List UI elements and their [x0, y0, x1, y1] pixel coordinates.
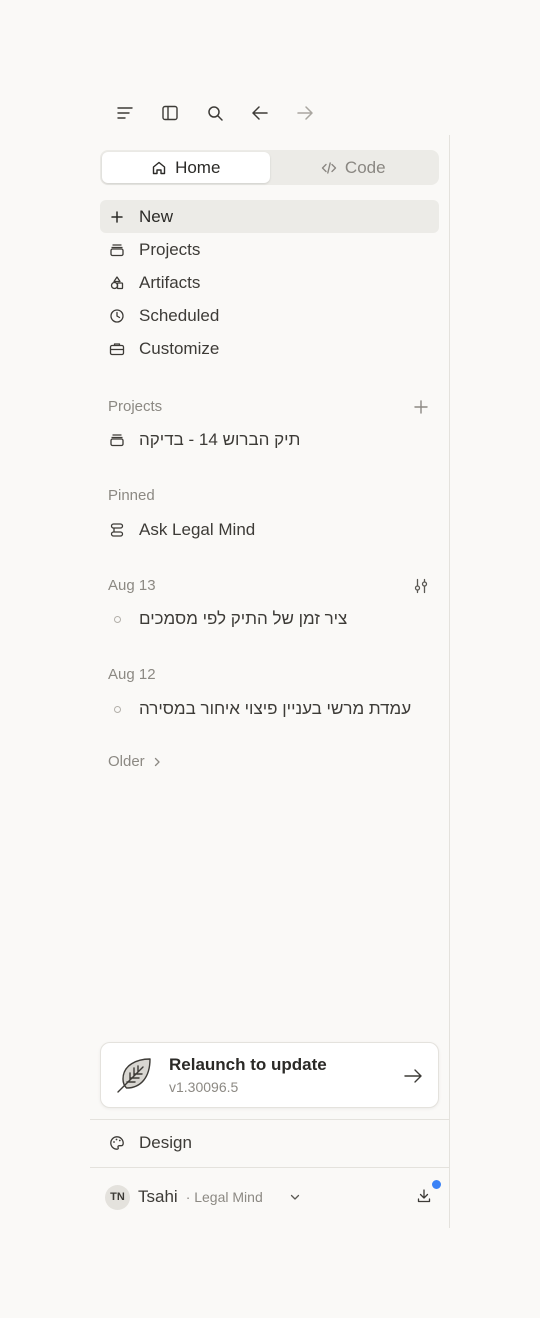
folder-icon: [110, 434, 124, 447]
clock-icon: [110, 308, 124, 323]
filter-button[interactable]: [411, 576, 431, 596]
project-item-label: תיק הברוש 14 - בדיקה: [139, 430, 301, 449]
download-icon: [417, 1189, 431, 1203]
scheduled-label: Scheduled: [139, 305, 220, 325]
project-item[interactable]: תיק הברוש 14 - בדיקה: [100, 424, 439, 456]
sidebar: Home Code New Projects Artifacts Schedul…: [90, 135, 450, 1228]
top-toolbar: [108, 96, 333, 130]
history-item[interactable]: ציר זמן של התיק לפי מסמכים: [100, 603, 439, 635]
chevron-right-icon: [154, 757, 160, 766]
search-icon: [208, 106, 223, 121]
sidebar-item-scheduled[interactable]: Scheduled: [100, 299, 439, 332]
tab-code[interactable]: Code: [270, 152, 438, 183]
mode-switcher: Home Code: [100, 150, 439, 185]
tab-home-label: Home: [175, 157, 221, 177]
notification-badge: [430, 1178, 443, 1191]
sidebar-item-customize[interactable]: Customize: [100, 332, 439, 365]
pinned-item-label: Ask Legal Mind: [139, 520, 256, 539]
sidebar-icon: [162, 105, 178, 121]
plus-icon: [414, 400, 428, 414]
shapes-icon: [110, 275, 124, 289]
history-date-label: Aug 13: [108, 577, 156, 594]
arrow-right-icon: [297, 106, 313, 120]
arrow-right-icon: [404, 1069, 422, 1083]
menu-button[interactable]: [108, 96, 142, 130]
new-label: New: [139, 206, 174, 226]
add-project-button[interactable]: [411, 397, 431, 417]
search-button[interactable]: [198, 96, 232, 130]
leaf-icon: [117, 1058, 151, 1093]
design-button[interactable]: Design: [100, 1130, 439, 1156]
history-date-label: Aug 12: [108, 666, 156, 683]
relaunch-update-card[interactable]: Relaunch to update v1.30096.5: [100, 1042, 439, 1108]
projects-section-label: Projects: [108, 398, 163, 415]
update-title: Relaunch to update: [169, 1055, 327, 1074]
chevron-down-icon: [290, 1194, 299, 1200]
download-button[interactable]: [416, 1188, 434, 1206]
folder-icon: [110, 243, 124, 256]
stack-icon: [110, 523, 124, 537]
update-version: v1.30096.5: [169, 1079, 239, 1095]
toggle-sidebar-button[interactable]: [153, 96, 187, 130]
history-item[interactable]: עמדת מרשי בעניין פיצוי איחור במסירה: [100, 693, 439, 725]
older-link[interactable]: Older: [108, 753, 163, 770]
artifacts-label: Artifacts: [139, 272, 201, 292]
customize-label: Customize: [139, 338, 220, 358]
back-button[interactable]: [243, 96, 277, 130]
pinned-section-label: Pinned: [108, 487, 155, 504]
history-item-label: ציר זמן של התיק לפי מסמכים: [139, 609, 348, 628]
sliders-icon: [414, 578, 428, 594]
divider: [90, 1119, 449, 1120]
bullet-icon: [109, 615, 125, 623]
main-nav: New Projects Artifacts Scheduled Customi…: [100, 200, 439, 365]
arrow-left-icon: [252, 106, 268, 120]
divider: [90, 1167, 449, 1168]
code-icon: [321, 161, 337, 174]
bullet-icon: [109, 705, 125, 713]
plus-icon: [111, 210, 123, 223]
forward-button[interactable]: [288, 96, 322, 130]
avatar: TN: [105, 1184, 130, 1210]
pinned-item[interactable]: Ask Legal Mind: [100, 514, 439, 546]
update-text: Relaunch to update v1.30096.5: [169, 1055, 327, 1095]
user-name: Tsahi: [138, 1187, 178, 1206]
user-menu[interactable]: TN Tsahi · Legal Mind: [105, 1184, 301, 1210]
sidebar-item-artifacts[interactable]: Artifacts: [100, 266, 439, 299]
new-chat-button[interactable]: New: [100, 200, 439, 233]
home-icon: [152, 161, 166, 174]
tab-code-label: Code: [344, 157, 386, 177]
design-label: Design: [139, 1133, 192, 1152]
palette-icon: [110, 1136, 124, 1150]
projects-label: Projects: [139, 239, 201, 259]
briefcase-icon: [109, 342, 125, 355]
menu-icon: [117, 107, 133, 119]
tab-home[interactable]: Home: [102, 152, 270, 183]
older-label: Older: [108, 753, 145, 770]
user-org: · Legal Mind: [185, 1189, 263, 1205]
history-item-label: עמדת מרשי בעניין פיצוי איחור במסירה: [139, 699, 412, 718]
sidebar-item-projects[interactable]: Projects: [100, 233, 439, 266]
